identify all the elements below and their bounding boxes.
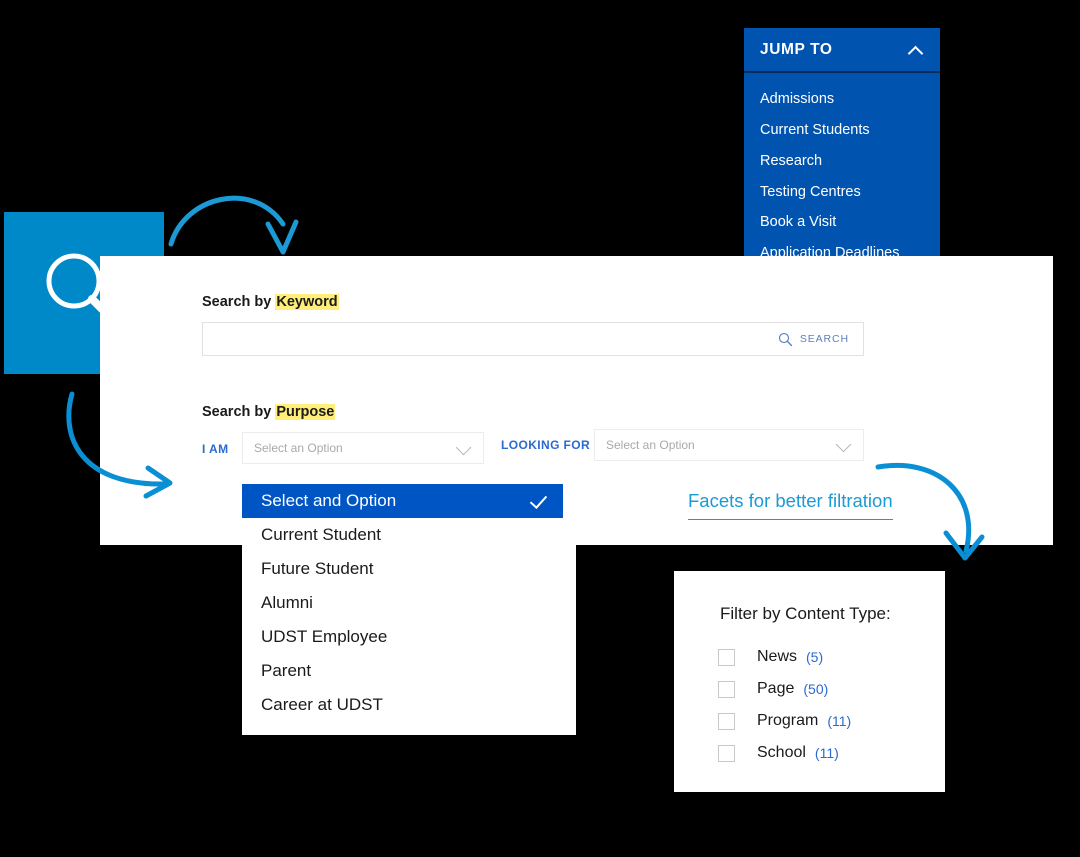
- keyword-label-highlight: Keyword: [275, 294, 339, 310]
- keyword-search-field[interactable]: SEARCH: [202, 322, 864, 356]
- filter-count-page: (50): [803, 681, 829, 697]
- dropdown-option-future-student[interactable]: Future Student: [242, 552, 576, 586]
- checkbox-news[interactable]: [718, 648, 735, 666]
- keyword-label-prefix: Search by: [202, 294, 276, 310]
- dropdown-option-label: Select and Option: [261, 491, 397, 510]
- jump-to-item-testing-centres[interactable]: Testing Centres: [744, 177, 940, 208]
- i-am-select-value: Select an Option: [254, 441, 343, 455]
- search-by-keyword-label: Search by Keyword: [202, 294, 339, 310]
- filter-label-news: News: [757, 648, 798, 665]
- jump-to-item-book-a-visit[interactable]: Book a Visit: [744, 207, 940, 238]
- dropdown-option-career-at-udst[interactable]: Career at UDST: [242, 688, 576, 722]
- i-am-label: I AM: [202, 442, 229, 456]
- chevron-up-icon[interactable]: [909, 45, 924, 54]
- dropdown-option-label: Career at UDST: [261, 695, 383, 714]
- jump-to-list: Admissions Current Students Research Tes…: [744, 73, 940, 269]
- looking-for-select[interactable]: Select an Option: [594, 429, 864, 461]
- i-am-select[interactable]: Select an Option: [242, 432, 484, 464]
- dropdown-option-alumni[interactable]: Alumni: [242, 586, 576, 620]
- filter-count-news: (5): [806, 649, 824, 665]
- filter-panel-title: Filter by Content Type:: [720, 604, 891, 623]
- search-input[interactable]: [203, 323, 774, 355]
- filter-count-school: (11): [814, 745, 839, 761]
- search-by-purpose-label: Search by Purpose: [202, 404, 336, 420]
- search-button[interactable]: SEARCH: [774, 332, 863, 347]
- filter-list: News (5) Page (50) Program (11) School (…: [718, 641, 851, 769]
- looking-for-label: LOOKING FOR: [501, 438, 591, 452]
- checkbox-school[interactable]: [718, 744, 735, 762]
- check-icon: [531, 494, 551, 508]
- purpose-label-prefix: Search by: [202, 404, 276, 420]
- filter-row-page[interactable]: Page (50): [718, 673, 851, 705]
- search-icon: [778, 332, 793, 346]
- filter-row-program[interactable]: Program (11): [718, 705, 851, 737]
- dropdown-option-label: UDST Employee: [261, 627, 388, 646]
- filter-row-news[interactable]: News (5): [718, 641, 851, 673]
- dropdown-option-label: Alumni: [261, 593, 313, 612]
- jump-to-item-current-students[interactable]: Current Students: [744, 115, 940, 146]
- purpose-label-highlight: Purpose: [275, 404, 336, 420]
- dropdown-option-label: Future Student: [261, 559, 374, 578]
- dropdown-option-udst-employee[interactable]: UDST Employee: [242, 620, 576, 654]
- filter-row-school[interactable]: School (11): [718, 737, 851, 769]
- chevron-down-icon[interactable]: [835, 436, 853, 454]
- filter-panel: Filter by Content Type: News (5) Page (5…: [674, 571, 945, 792]
- screenshot-canvas: JUMP TO Admissions Current Students Rese…: [0, 0, 1080, 857]
- dropdown-option-label: Current Student: [261, 525, 382, 544]
- i-am-dropdown-menu[interactable]: Select and Option Current Student Future…: [242, 477, 576, 735]
- checkbox-page[interactable]: [718, 680, 735, 698]
- jump-to-item-research[interactable]: Research: [744, 146, 940, 177]
- arrow-top-icon: [168, 195, 299, 255]
- jump-to-title: JUMP TO: [760, 40, 833, 58]
- search-button-label: SEARCH: [799, 333, 849, 345]
- filter-count-program: (11): [827, 713, 852, 729]
- jump-to-header[interactable]: JUMP TO: [744, 28, 940, 73]
- dropdown-option-parent[interactable]: Parent: [242, 654, 576, 688]
- facets-annotation: Facets for better filtration: [688, 490, 893, 520]
- dropdown-option-label: Parent: [261, 661, 312, 680]
- filter-label-page: Page: [757, 680, 795, 697]
- filter-label-school: School: [757, 744, 806, 761]
- dropdown-option-current-student[interactable]: Current Student: [242, 518, 576, 552]
- jump-to-item-admissions[interactable]: Admissions: [744, 84, 940, 115]
- checkbox-program[interactable]: [718, 712, 735, 730]
- looking-for-select-value: Select an Option: [606, 438, 695, 452]
- dropdown-option-select-and-option[interactable]: Select and Option: [242, 484, 563, 518]
- chevron-down-icon[interactable]: [455, 439, 473, 457]
- filter-label-program: Program: [757, 712, 819, 729]
